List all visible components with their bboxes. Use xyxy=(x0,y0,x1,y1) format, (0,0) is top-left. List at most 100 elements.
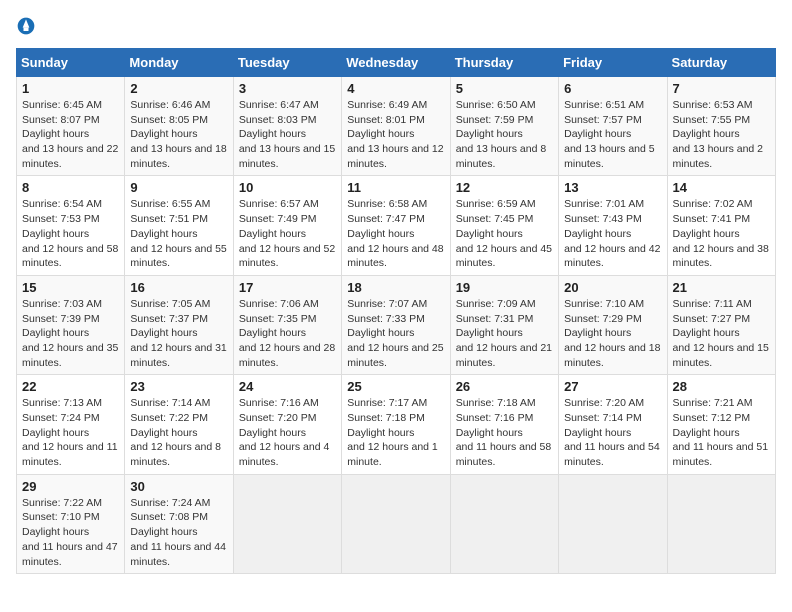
header-wednesday: Wednesday xyxy=(342,49,450,77)
table-row: 9 Sunrise: 6:55 AMSunset: 7:51 PMDaylight… xyxy=(125,176,233,275)
calendar-table: Sunday Monday Tuesday Wednesday Thursday… xyxy=(16,48,776,574)
table-row: 8Sunrise: 6:54 AMSunset: 7:53 PMDaylight… xyxy=(17,176,125,275)
day-info: Sunrise: 7:03 AMSunset: 7:39 PMDaylight … xyxy=(22,298,118,369)
header-friday: Friday xyxy=(559,49,667,77)
day-number: 11 xyxy=(347,180,444,195)
day-number: 9 xyxy=(130,180,227,195)
logo-icon xyxy=(16,16,36,36)
calendar-week-row: 8Sunrise: 6:54 AMSunset: 7:53 PMDaylight… xyxy=(17,176,776,275)
day-info: Sunrise: 6:53 AMSunset: 7:55 PMDaylight … xyxy=(673,99,764,170)
day-number: 18 xyxy=(347,280,444,295)
table-row: 20 Sunrise: 7:10 AMSunset: 7:29 PMDayligh… xyxy=(559,275,667,374)
day-info: Sunrise: 6:50 AMSunset: 7:59 PMDaylight … xyxy=(456,99,547,170)
day-info: Sunrise: 6:47 AMSunset: 8:03 PMDaylight … xyxy=(239,99,335,170)
day-info: Sunrise: 7:11 AMSunset: 7:27 PMDaylight … xyxy=(673,298,769,369)
table-row: 13 Sunrise: 7:01 AMSunset: 7:43 PMDayligh… xyxy=(559,176,667,275)
table-row: 6 Sunrise: 6:51 AMSunset: 7:57 PMDaylight… xyxy=(559,77,667,176)
day-info: Sunrise: 6:51 AMSunset: 7:57 PMDaylight … xyxy=(564,99,655,170)
table-row: 24 Sunrise: 7:16 AMSunset: 7:20 PMDayligh… xyxy=(233,375,341,474)
day-info: Sunrise: 6:58 AMSunset: 7:47 PMDaylight … xyxy=(347,198,443,269)
day-number: 24 xyxy=(239,379,336,394)
day-info: Sunrise: 7:09 AMSunset: 7:31 PMDaylight … xyxy=(456,298,552,369)
table-row: 10 Sunrise: 6:57 AMSunset: 7:49 PMDayligh… xyxy=(233,176,341,275)
day-number: 22 xyxy=(22,379,119,394)
table-row: 2Sunrise: 6:46 AMSunset: 8:05 PMDaylight… xyxy=(125,77,233,176)
table-row: 22 Sunrise: 7:13 AMSunset: 7:24 PMDayligh… xyxy=(17,375,125,474)
table-row: 17 Sunrise: 7:06 AMSunset: 7:35 PMDayligh… xyxy=(233,275,341,374)
table-row: 7 Sunrise: 6:53 AMSunset: 7:55 PMDaylight… xyxy=(667,77,775,176)
day-number: 26 xyxy=(456,379,553,394)
calendar-week-row: 22 Sunrise: 7:13 AMSunset: 7:24 PMDayligh… xyxy=(17,375,776,474)
day-info: Sunrise: 6:49 AMSunset: 8:01 PMDaylight … xyxy=(347,99,443,170)
day-info: Sunrise: 7:18 AMSunset: 7:16 PMDaylight … xyxy=(456,397,552,468)
table-row: 26 Sunrise: 7:18 AMSunset: 7:16 PMDayligh… xyxy=(450,375,558,474)
day-number: 13 xyxy=(564,180,661,195)
day-number: 12 xyxy=(456,180,553,195)
day-info: Sunrise: 7:16 AMSunset: 7:20 PMDaylight … xyxy=(239,397,330,468)
day-info: Sunrise: 7:17 AMSunset: 7:18 PMDaylight … xyxy=(347,397,438,468)
day-number: 21 xyxy=(673,280,770,295)
day-number: 29 xyxy=(22,479,119,494)
table-row: 21 Sunrise: 7:11 AMSunset: 7:27 PMDayligh… xyxy=(667,275,775,374)
day-number: 23 xyxy=(130,379,227,394)
day-number: 17 xyxy=(239,280,336,295)
day-info: Sunrise: 7:06 AMSunset: 7:35 PMDaylight … xyxy=(239,298,335,369)
header-saturday: Saturday xyxy=(667,49,775,77)
table-row: 28 Sunrise: 7:21 AMSunset: 7:12 PMDayligh… xyxy=(667,375,775,474)
day-info: Sunrise: 7:20 AMSunset: 7:14 PMDaylight … xyxy=(564,397,660,468)
day-info: Sunrise: 7:01 AMSunset: 7:43 PMDaylight … xyxy=(564,198,660,269)
day-number: 8 xyxy=(22,180,119,195)
header-monday: Monday xyxy=(125,49,233,77)
day-info: Sunrise: 6:55 AMSunset: 7:51 PMDaylight … xyxy=(130,198,226,269)
calendar-week-row: 15 Sunrise: 7:03 AMSunset: 7:39 PMDayligh… xyxy=(17,275,776,374)
calendar-week-row: 29 Sunrise: 7:22 AMSunset: 7:10 PMDayligh… xyxy=(17,474,776,573)
day-number: 25 xyxy=(347,379,444,394)
weekday-header-row: Sunday Monday Tuesday Wednesday Thursday… xyxy=(17,49,776,77)
page-header xyxy=(16,16,776,36)
table-row: 4 Sunrise: 6:49 AMSunset: 8:01 PMDaylight… xyxy=(342,77,450,176)
day-number: 5 xyxy=(456,81,553,96)
day-number: 6 xyxy=(564,81,661,96)
table-row: 19 Sunrise: 7:09 AMSunset: 7:31 PMDayligh… xyxy=(450,275,558,374)
day-number: 2 xyxy=(130,81,227,96)
day-info: Sunrise: 6:59 AMSunset: 7:45 PMDaylight … xyxy=(456,198,552,269)
table-row xyxy=(342,474,450,573)
day-info: Sunrise: 7:13 AMSunset: 7:24 PMDaylight … xyxy=(22,397,118,468)
table-row: 3 Sunrise: 6:47 AMSunset: 8:03 PMDaylight… xyxy=(233,77,341,176)
table-row: 12 Sunrise: 6:59 AMSunset: 7:45 PMDayligh… xyxy=(450,176,558,275)
table-row: 5 Sunrise: 6:50 AMSunset: 7:59 PMDaylight… xyxy=(450,77,558,176)
day-info: Sunrise: 7:02 AMSunset: 7:41 PMDaylight … xyxy=(673,198,769,269)
header-thursday: Thursday xyxy=(450,49,558,77)
table-row: 15 Sunrise: 7:03 AMSunset: 7:39 PMDayligh… xyxy=(17,275,125,374)
table-row xyxy=(233,474,341,573)
day-number: 15 xyxy=(22,280,119,295)
day-number: 10 xyxy=(239,180,336,195)
day-number: 4 xyxy=(347,81,444,96)
day-info: Sunrise: 7:22 AMSunset: 7:10 PMDaylight … xyxy=(22,497,118,568)
day-info: Sunrise: 7:10 AMSunset: 7:29 PMDaylight … xyxy=(564,298,660,369)
table-row: 29 Sunrise: 7:22 AMSunset: 7:10 PMDayligh… xyxy=(17,474,125,573)
day-number: 27 xyxy=(564,379,661,394)
table-row: 14 Sunrise: 7:02 AMSunset: 7:41 PMDayligh… xyxy=(667,176,775,275)
table-row: 25 Sunrise: 7:17 AMSunset: 7:18 PMDayligh… xyxy=(342,375,450,474)
day-number: 1 xyxy=(22,81,119,96)
day-number: 14 xyxy=(673,180,770,195)
day-number: 20 xyxy=(564,280,661,295)
table-row: 23Sunrise: 7:14 AMSunset: 7:22 PMDayligh… xyxy=(125,375,233,474)
day-info: Sunrise: 7:05 AMSunset: 7:37 PMDaylight … xyxy=(130,298,226,369)
day-number: 30 xyxy=(130,479,227,494)
day-info: Sunrise: 7:21 AMSunset: 7:12 PMDaylight … xyxy=(673,397,769,468)
day-info: Sunrise: 6:45 AMSunset: 8:07 PMDaylight … xyxy=(22,99,118,170)
day-info: Sunrise: 6:57 AMSunset: 7:49 PMDaylight … xyxy=(239,198,335,269)
table-row: 18 Sunrise: 7:07 AMSunset: 7:33 PMDayligh… xyxy=(342,275,450,374)
day-number: 19 xyxy=(456,280,553,295)
day-number: 3 xyxy=(239,81,336,96)
day-info: Sunrise: 7:07 AMSunset: 7:33 PMDaylight … xyxy=(347,298,443,369)
day-number: 16 xyxy=(130,280,227,295)
day-number: 7 xyxy=(673,81,770,96)
day-number: 28 xyxy=(673,379,770,394)
table-row: 1 Sunrise: 6:45 AMSunset: 8:07 PMDaylight… xyxy=(17,77,125,176)
header-sunday: Sunday xyxy=(17,49,125,77)
table-row: 16 Sunrise: 7:05 AMSunset: 7:37 PMDayligh… xyxy=(125,275,233,374)
table-row: 11 Sunrise: 6:58 AMSunset: 7:47 PMDayligh… xyxy=(342,176,450,275)
